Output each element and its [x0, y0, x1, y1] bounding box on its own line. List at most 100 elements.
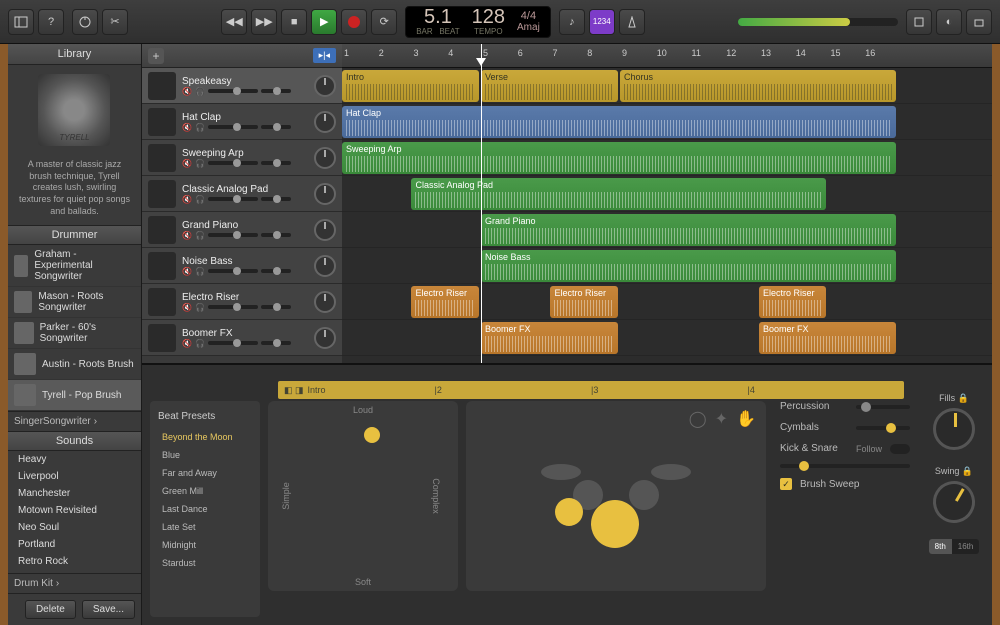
region[interactable]: Electro Riser [759, 286, 827, 318]
drummer-item[interactable]: Graham - Experimental Songwriter [8, 245, 141, 287]
library-toggle-button[interactable] [8, 9, 34, 35]
save-button[interactable]: Save... [82, 600, 135, 619]
region[interactable]: Noise Bass [481, 250, 896, 282]
pan-knob[interactable] [314, 327, 336, 349]
mute-button[interactable]: 🔇 [182, 303, 192, 312]
volume-slider[interactable] [208, 197, 258, 201]
add-track-button[interactable]: + [148, 48, 164, 64]
brush-sweep-checkbox[interactable]: ✓ [780, 478, 792, 490]
track-header[interactable]: Speakeasy🔇🎧 [142, 68, 342, 104]
volume-slider[interactable] [208, 125, 258, 129]
volume-slider[interactable] [208, 161, 258, 165]
volume-slider[interactable] [208, 305, 258, 309]
pan-slider[interactable] [261, 89, 291, 93]
headphone-icon[interactable]: 🎧 [195, 123, 205, 132]
kick-snare-slider[interactable] [780, 464, 910, 468]
region[interactable]: Hat Clap [342, 106, 896, 138]
region[interactable]: Electro Riser [550, 286, 618, 318]
sound-item[interactable]: Heavy [8, 451, 141, 468]
region[interactable]: Verse [481, 70, 618, 102]
headphone-icon[interactable]: 🎧 [195, 159, 205, 168]
region[interactable]: Electro Riser [411, 286, 479, 318]
sound-item[interactable]: Retro Rock [8, 553, 141, 570]
tempo-value[interactable]: 128 [472, 6, 505, 28]
xy-pad[interactable]: Loud Soft Simple Complex [268, 401, 458, 591]
brush-icon[interactable]: ✦ [715, 409, 728, 429]
rewind-button[interactable]: ◀◀ [221, 9, 247, 35]
pan-knob[interactable] [314, 147, 336, 169]
cymbals-slider[interactable] [856, 426, 910, 430]
region[interactable]: Classic Analog Pad [411, 178, 826, 210]
pan-knob[interactable] [314, 75, 336, 97]
mute-button[interactable]: 🔇 [182, 87, 192, 96]
track-header[interactable]: Grand Piano🔇🎧 [142, 212, 342, 248]
editor-region-ruler[interactable]: ◧ ◨Intro |2 |3 |4 [278, 381, 904, 399]
drummer-item[interactable]: Tyrell - Pop Brush [8, 380, 141, 411]
region[interactable]: Grand Piano [481, 214, 896, 246]
track-header[interactable]: Noise Bass🔇🎧 [142, 248, 342, 284]
track-header[interactable]: Boomer FX🔇🎧 [142, 320, 342, 356]
region[interactable]: Boomer FX [481, 322, 618, 354]
track-lane[interactable]: Grand Piano [342, 212, 992, 248]
pan-slider[interactable] [261, 269, 291, 273]
pan-knob[interactable] [314, 111, 336, 133]
playhead[interactable] [481, 44, 482, 363]
mute-button[interactable]: 🔇 [182, 195, 192, 204]
track-lane[interactable]: IntroVerseChorus [342, 68, 992, 104]
volume-slider[interactable] [208, 89, 258, 93]
pan-slider[interactable] [261, 161, 291, 165]
track-header[interactable]: Hat Clap🔇🎧 [142, 104, 342, 140]
follow-toggle[interactable] [890, 444, 910, 454]
sound-item[interactable]: Manchester [8, 485, 141, 502]
lock-icon[interactable]: 🔒 [962, 466, 973, 476]
pan-slider[interactable] [261, 305, 291, 309]
region[interactable]: Chorus [620, 70, 896, 102]
editors-button[interactable]: ✂ [102, 9, 128, 35]
pan-knob[interactable] [314, 183, 336, 205]
volume-slider[interactable] [208, 269, 258, 273]
mute-button[interactable]: 🔇 [182, 339, 192, 348]
pan-knob[interactable] [314, 255, 336, 277]
cycle-button[interactable]: ⟳ [371, 9, 397, 35]
region[interactable]: Intro [342, 70, 479, 102]
kit-breadcrumb[interactable]: Drum Kit › [8, 573, 141, 593]
percussion-slider[interactable] [856, 405, 910, 409]
region[interactable]: Sweeping Arp [342, 142, 896, 174]
beat-preset-item[interactable]: Blue [156, 446, 254, 464]
track-header[interactable]: Electro Riser🔇🎧 [142, 284, 342, 320]
lcd-display[interactable]: 5.1BAR BEAT 128TEMPO 4/4Amaj [405, 6, 551, 38]
beat-preset-item[interactable]: Beyond the Moon [156, 428, 254, 446]
media-browser-button[interactable] [966, 9, 992, 35]
lock-icon[interactable]: 🔒 [958, 393, 969, 403]
quick-help-button[interactable]: ? [38, 9, 64, 35]
track-lane[interactable]: Electro Riser Electro Riser Electro Riser [342, 284, 992, 320]
track-lane[interactable]: Boomer FXBoomer FX [342, 320, 992, 356]
pan-slider[interactable] [261, 125, 291, 129]
headphone-icon[interactable]: 🎧 [195, 303, 205, 312]
xy-pad-handle[interactable] [364, 427, 380, 443]
beat-preset-item[interactable]: Far and Away [156, 464, 254, 482]
sound-item[interactable]: Liverpool [8, 468, 141, 485]
sound-item[interactable]: Neo Soul [8, 519, 141, 536]
smart-controls-button[interactable] [72, 9, 98, 35]
beat-preset-item[interactable]: Green Mill [156, 482, 254, 500]
pan-slider[interactable] [261, 197, 291, 201]
beat-preset-item[interactable]: Midnight [156, 536, 254, 554]
drummer-item[interactable]: Mason - Roots Songwriter [8, 287, 141, 318]
pan-slider[interactable] [261, 233, 291, 237]
pan-slider[interactable] [261, 341, 291, 345]
mute-button[interactable]: 🔇 [182, 231, 192, 240]
record-button[interactable] [341, 9, 367, 35]
headphone-icon[interactable]: 🎧 [195, 339, 205, 348]
play-button[interactable]: ▶ [311, 9, 337, 35]
track-header[interactable]: Sweeping Arp🔇🎧 [142, 140, 342, 176]
volume-slider[interactable] [208, 233, 258, 237]
tuner-button[interactable]: ♪ [559, 9, 585, 35]
pan-knob[interactable] [314, 219, 336, 241]
category-breadcrumb[interactable]: SingerSongwriter › [8, 411, 141, 431]
delete-button[interactable]: Delete [25, 600, 76, 619]
track-lane[interactable]: Noise Bass [342, 248, 992, 284]
volume-slider[interactable] [208, 341, 258, 345]
track-lane[interactable]: Classic Analog Pad [342, 176, 992, 212]
sound-item[interactable]: Portland [8, 536, 141, 553]
